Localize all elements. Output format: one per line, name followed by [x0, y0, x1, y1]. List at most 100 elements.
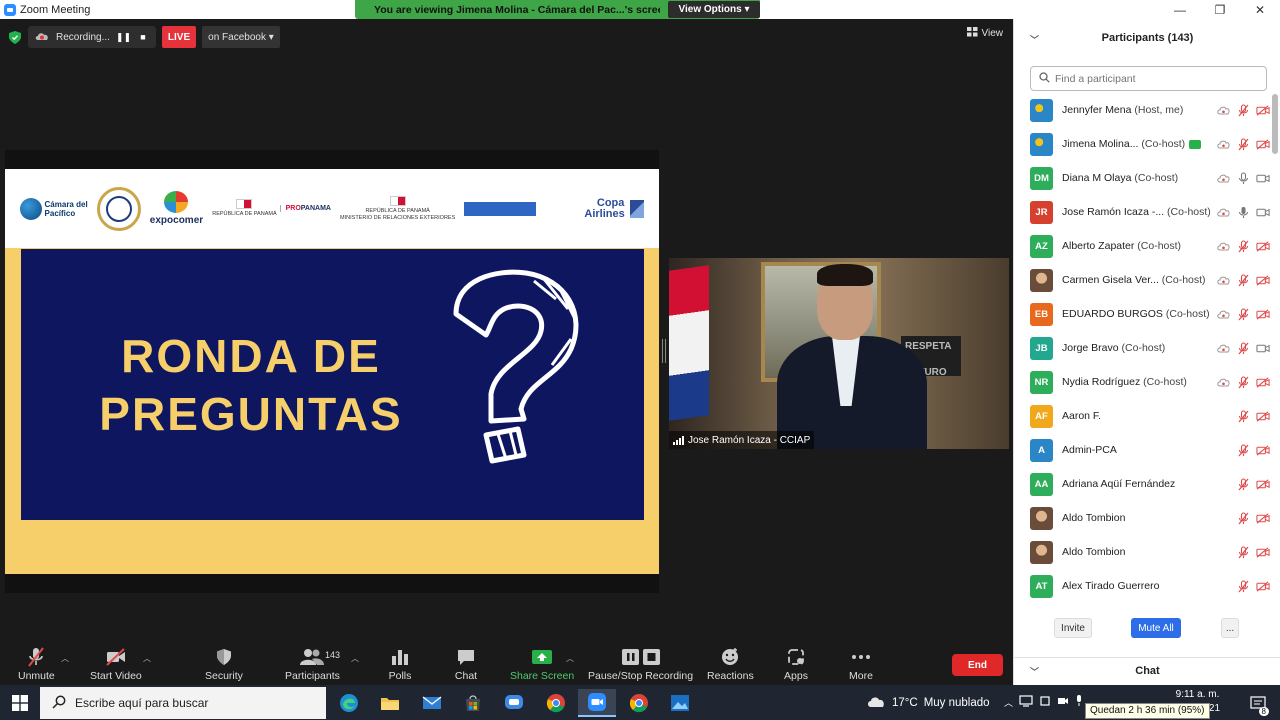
more-participant-actions-button[interactable]: ... — [1221, 618, 1239, 638]
share-screen-button[interactable]: Share Screen — [510, 646, 574, 682]
participant-row[interactable]: NR Nydia Rodríguez (Co-host) — [1014, 366, 1274, 400]
collapse-chat-chevron-icon[interactable]: ﹀ — [1030, 665, 1039, 678]
mail-app-icon[interactable] — [413, 689, 451, 717]
zoom-app-icon[interactable] — [578, 689, 616, 717]
show-hidden-icons-chevron-icon[interactable]: ︿ — [1004, 696, 1013, 709]
microphone-muted-icon[interactable] — [1236, 410, 1250, 423]
video-off-icon[interactable] — [1256, 308, 1270, 321]
close-window-button[interactable]: ✕ — [1240, 0, 1280, 19]
pause-recording-button[interactable]: ❚❚ — [116, 32, 131, 43]
audio-options-chevron-icon[interactable]: ︿ — [61, 653, 69, 664]
start-button[interactable] — [0, 685, 40, 720]
taskbar-search-box[interactable]: Escribe aquí para buscar — [40, 687, 326, 719]
active-speaker-video[interactable]: RESPETA EL FUTURO Jose Ramón Icaza - CCI… — [669, 258, 1009, 449]
participant-role: (Co-host) — [1134, 172, 1179, 184]
participant-row[interactable]: Aldo Tombion — [1014, 502, 1274, 536]
microphone-muted-icon[interactable] — [1236, 274, 1250, 287]
chat-app-icon[interactable] — [495, 689, 533, 717]
video-icon[interactable] — [1256, 172, 1270, 185]
chat-button[interactable]: Chat — [454, 646, 478, 682]
chrome-app-icon[interactable] — [537, 689, 575, 717]
panel-resize-handle[interactable] — [662, 339, 666, 363]
apps-button[interactable]: Apps — [784, 646, 808, 682]
microphone-muted-icon[interactable] — [1236, 240, 1250, 253]
notification-center-button[interactable]: 8 — [1243, 685, 1273, 720]
participant-search-box[interactable] — [1030, 66, 1267, 91]
participant-row[interactable]: AF Aaron F. — [1014, 400, 1274, 434]
participant-row[interactable]: AA Adriana Aqüí Fernández — [1014, 468, 1274, 502]
video-off-icon[interactable] — [1256, 274, 1270, 287]
end-meeting-button[interactable]: End — [952, 654, 1003, 676]
photos-app-icon[interactable] — [661, 689, 699, 717]
view-options-button[interactable]: View Options ▾ — [668, 1, 760, 18]
collapse-participants-chevron-icon[interactable]: ﹀ — [1030, 33, 1039, 46]
microphone-muted-icon[interactable] — [1236, 512, 1250, 525]
pause-stop-recording-button[interactable]: Pause/Stop Recording — [588, 646, 693, 682]
microphone-muted-icon[interactable] — [1236, 444, 1250, 457]
video-off-icon[interactable] — [1256, 580, 1270, 593]
view-layout-button[interactable]: View — [966, 27, 1003, 40]
start-video-button[interactable]: Start Video — [90, 646, 142, 682]
participant-row[interactable]: Jimena Molina... (Co-host) — [1014, 128, 1274, 162]
microphone-muted-icon[interactable] — [1236, 342, 1250, 355]
reactions-button[interactable]: Reactions — [707, 646, 754, 682]
participant-row[interactable]: DM Diana M Olaya (Co-host) — [1014, 162, 1274, 196]
video-icon[interactable] — [1256, 342, 1270, 355]
participant-row[interactable]: JB Jorge Bravo (Co-host) — [1014, 332, 1274, 366]
microphone-muted-icon[interactable] — [1236, 138, 1250, 151]
network-icon[interactable] — [1019, 695, 1033, 710]
video-off-icon[interactable] — [1256, 376, 1270, 389]
microphone-muted-icon[interactable] — [1236, 546, 1250, 559]
microphone-icon[interactable] — [1236, 206, 1250, 219]
store-app-icon[interactable] — [454, 689, 492, 717]
participant-row[interactable]: Jennyfer Mena (Host, me) — [1014, 94, 1274, 128]
participant-row[interactable]: JR Jose Ramón Icaza -... (Co-host) — [1014, 196, 1274, 230]
share-options-chevron-icon[interactable]: ︿ — [566, 653, 574, 664]
weather-widget[interactable]: 17°C Muy nublado — [866, 685, 990, 720]
participants-options-chevron-icon[interactable]: ︿ — [351, 653, 359, 664]
microphone-tray-icon[interactable] — [1075, 695, 1083, 710]
more-button[interactable]: More — [849, 646, 873, 682]
invite-button[interactable]: Invite — [1054, 618, 1092, 638]
participant-row[interactable]: A Admin-PCA — [1014, 434, 1274, 468]
microphone-muted-icon[interactable] — [1236, 580, 1250, 593]
file-explorer-icon[interactable] — [371, 689, 409, 717]
unmute-button[interactable]: Unmute — [18, 646, 55, 682]
live-destination-dropdown[interactable]: on Facebook ▾ — [202, 26, 280, 48]
video-off-icon[interactable] — [1256, 138, 1270, 151]
video-off-icon[interactable] — [1256, 478, 1270, 491]
maximize-button[interactable]: ❐ — [1200, 0, 1240, 19]
stop-recording-button[interactable]: ■ — [136, 32, 150, 42]
chat-panel-header[interactable]: ﹀ Chat — [1014, 657, 1280, 683]
participant-row[interactable]: Carmen Gisela Ver... (Co-host) — [1014, 264, 1274, 298]
meet-now-icon[interactable] — [1057, 695, 1069, 710]
participant-row[interactable]: AZ Alberto Zapater (Co-host) — [1014, 230, 1274, 264]
participant-row[interactable]: EB EDUARDO BURGOS (Co-host) — [1014, 298, 1274, 332]
participant-row[interactable]: AT Alex Tirado Guerrero — [1014, 570, 1274, 598]
chrome-app-icon-2[interactable] — [620, 689, 658, 717]
minimize-button[interactable]: — — [1160, 0, 1200, 19]
participant-status-icons — [1216, 308, 1270, 321]
microphone-muted-icon[interactable] — [1236, 308, 1250, 321]
mute-all-button[interactable]: Mute All — [1131, 618, 1181, 638]
participant-list-scrollbar[interactable] — [1272, 94, 1278, 154]
edge-app-icon[interactable] — [330, 689, 368, 717]
participant-search-input[interactable] — [1055, 72, 1255, 85]
security-button[interactable]: Security — [205, 646, 243, 682]
participant-row[interactable]: Aldo Tombion — [1014, 536, 1274, 570]
usb-device-icon[interactable] — [1039, 695, 1051, 710]
encryption-shield-icon[interactable] — [8, 30, 22, 44]
video-off-icon[interactable] — [1256, 444, 1270, 457]
microphone-icon[interactable] — [1236, 172, 1250, 185]
video-off-icon[interactable] — [1256, 104, 1270, 117]
microphone-muted-icon[interactable] — [1236, 478, 1250, 491]
polls-button[interactable]: Polls — [388, 646, 412, 682]
video-off-icon[interactable] — [1256, 410, 1270, 423]
video-icon[interactable] — [1256, 206, 1270, 219]
microphone-muted-icon[interactable] — [1236, 104, 1250, 117]
video-off-icon[interactable] — [1256, 546, 1270, 559]
microphone-muted-icon[interactable] — [1236, 376, 1250, 389]
video-options-chevron-icon[interactable]: ︿ — [143, 653, 151, 664]
video-off-icon[interactable] — [1256, 512, 1270, 525]
video-off-icon[interactable] — [1256, 240, 1270, 253]
